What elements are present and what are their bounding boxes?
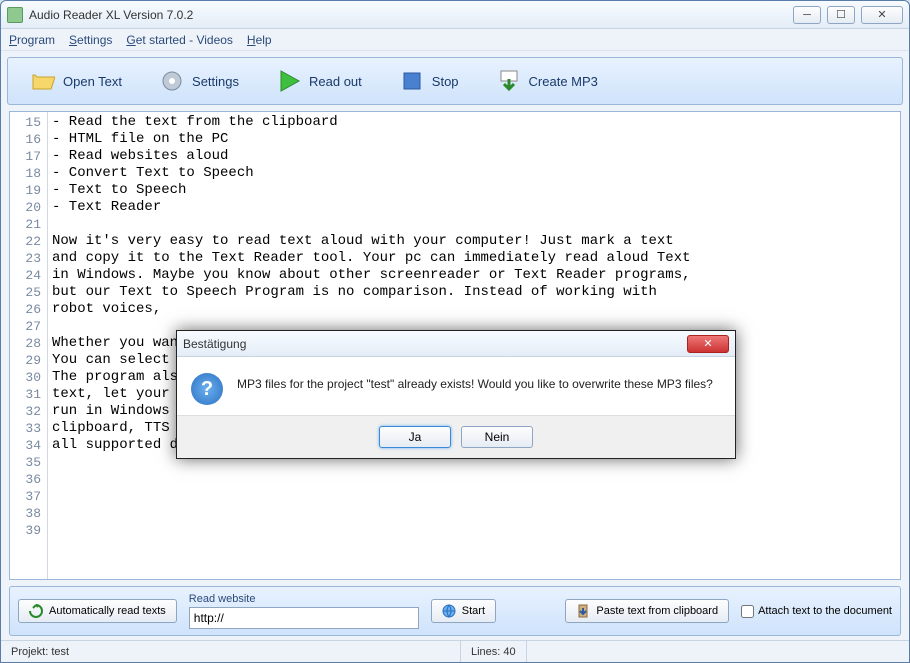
question-icon: ? — [191, 373, 223, 405]
minimize-button[interactable]: ─ — [793, 6, 821, 24]
dialog-no-button[interactable]: Nein — [461, 426, 533, 448]
clipboard-paste-icon — [576, 604, 590, 618]
status-project: Projekt: test — [1, 641, 461, 662]
read-website-label: Read website — [189, 593, 419, 605]
stop-icon — [400, 69, 424, 93]
menu-help[interactable]: Help — [247, 33, 272, 47]
window-controls: ─ ☐ ✕ — [793, 6, 903, 24]
close-button[interactable]: ✕ — [861, 6, 903, 24]
refresh-icon — [29, 604, 43, 618]
open-text-button[interactable]: Open Text — [12, 62, 141, 100]
bottom-toolbar: Automatically read texts Read website St… — [9, 586, 901, 636]
gear-icon — [160, 69, 184, 93]
toolbar: Open Text Settings Read out Stop — [7, 57, 903, 105]
menu-getstarted[interactable]: Get started - Videos — [126, 33, 233, 47]
toolbar-container: Open Text Settings Read out Stop — [1, 51, 909, 111]
folder-open-icon — [31, 69, 55, 93]
dialog-close-button[interactable]: ✕ — [687, 335, 729, 353]
create-mp3-button[interactable]: Create MP3 — [478, 62, 617, 100]
stop-button[interactable]: Stop — [381, 62, 478, 100]
status-lines: Lines: 40 — [461, 641, 527, 662]
dialog-yes-button[interactable]: Ja — [379, 426, 451, 448]
menu-program[interactable]: Program — [9, 33, 55, 47]
read-website-group: Read website — [189, 593, 419, 629]
attach-checkbox-group[interactable]: Attach text to the document — [741, 605, 892, 618]
confirm-dialog: Bestätigung ✕ ? MP3 files for the projec… — [176, 330, 736, 459]
menubar: Program Settings Get started - Videos He… — [1, 29, 909, 51]
play-icon — [277, 69, 301, 93]
window-title: Audio Reader XL Version 7.0.2 — [29, 8, 793, 22]
menu-settings[interactable]: Settings — [69, 33, 112, 47]
auto-read-button[interactable]: Automatically read texts — [18, 599, 177, 623]
titlebar: Audio Reader XL Version 7.0.2 ─ ☐ ✕ — [1, 1, 909, 29]
url-input[interactable] — [189, 607, 419, 629]
read-out-button[interactable]: Read out — [258, 62, 381, 100]
line-gutter: 15 16 17 18 19 20 21 22 23 24 25 26 27 2… — [10, 112, 48, 579]
statusbar: Projekt: test Lines: 40 — [1, 640, 909, 662]
globe-icon — [442, 604, 456, 618]
dialog-title: Bestätigung — [183, 337, 687, 351]
dialog-message: MP3 files for the project "test" already… — [237, 373, 713, 405]
settings-button[interactable]: Settings — [141, 62, 258, 100]
download-icon — [497, 69, 521, 93]
start-button[interactable]: Start — [431, 599, 496, 623]
dialog-body: ? MP3 files for the project "test" alrea… — [177, 357, 735, 415]
dialog-titlebar: Bestätigung ✕ — [177, 331, 735, 357]
paste-button[interactable]: Paste text from clipboard — [565, 599, 729, 623]
dialog-buttons: Ja Nein — [177, 415, 735, 458]
maximize-button[interactable]: ☐ — [827, 6, 855, 24]
attach-checkbox[interactable] — [741, 605, 754, 618]
app-icon — [7, 7, 23, 23]
